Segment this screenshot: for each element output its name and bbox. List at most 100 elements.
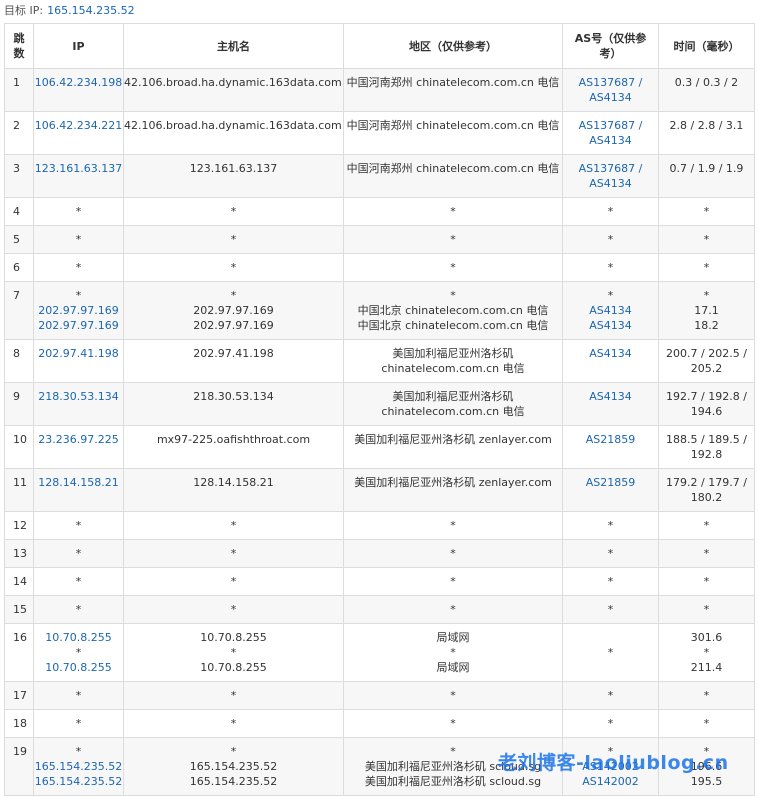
cell-asn-line[interactable]: AS4134 bbox=[564, 133, 658, 148]
cell-region-line: 美国加利福尼亚州洛杉矶 zenlayer.com bbox=[354, 433, 552, 446]
cell-asn-line[interactable]: AS4134 bbox=[564, 389, 658, 404]
cell-asn-line[interactable]: AS142002 bbox=[564, 774, 658, 789]
cell-time: 192.7 / 192.8 / 194.6 bbox=[658, 382, 755, 426]
cell-hop: 17 bbox=[4, 681, 34, 710]
cell-ip-line[interactable]: 202.97.97.169 bbox=[35, 318, 123, 333]
cell-hostname: * bbox=[123, 253, 344, 282]
cell-asn-line[interactable]: AS21859 bbox=[564, 475, 658, 490]
cell-asn-line: * bbox=[607, 603, 614, 616]
cell-ip: * bbox=[33, 253, 124, 282]
cell-hostname: * bbox=[123, 567, 344, 596]
cell-time-line: 180.2 bbox=[690, 491, 723, 504]
table-row: 13 * * * * * bbox=[4, 539, 755, 568]
cell-time-line: 0.7 / 1.9 / 1.9 bbox=[669, 162, 744, 175]
cell-ip-line[interactable]: 106.42.234.221 bbox=[35, 118, 123, 133]
cell-hop: 19 bbox=[4, 737, 34, 796]
cell-ip-line: * bbox=[75, 603, 82, 616]
cell-asn-line[interactable]: AS137687 / bbox=[564, 118, 658, 133]
cell-hostname-line: * bbox=[230, 233, 237, 246]
cell-asn-line[interactable]: AS4134 bbox=[564, 176, 658, 191]
cell-time: 301.6 * 211.4 bbox=[658, 623, 755, 682]
cell-ip: 106.42.234.198 bbox=[33, 68, 124, 112]
cell-hostname-line: * bbox=[230, 519, 237, 532]
cell-region: * bbox=[343, 511, 563, 540]
cell-hop: 12 bbox=[4, 511, 34, 540]
cell-ip-line[interactable]: 128.14.158.21 bbox=[35, 475, 123, 490]
cell-ip: 218.30.53.134 bbox=[33, 382, 124, 426]
cell-hop: 7 bbox=[4, 281, 34, 340]
cell-region-line: * bbox=[450, 233, 456, 246]
cell-time: * bbox=[658, 567, 755, 596]
table-row: 16 10.70.8.255 * 10.70.8.255 10.70.8.255 * 10.… bbox=[4, 623, 755, 682]
cell-ip-line[interactable]: 165.154.235.52 bbox=[35, 774, 123, 789]
cell-time: * bbox=[658, 595, 755, 624]
cell-asn-line: * bbox=[607, 575, 614, 588]
cell-ip-line[interactable]: 165.154.235.52 bbox=[35, 759, 123, 774]
cell-asn: * AS4134 AS4134 bbox=[562, 281, 659, 340]
cell-hostname-line: 128.14.158.21 bbox=[193, 476, 274, 489]
cell-asn-line[interactable]: AS4134 bbox=[564, 346, 658, 361]
table-row: 12 * * * * * bbox=[4, 511, 755, 540]
cell-ip: 202.97.41.198 bbox=[33, 339, 124, 383]
cell-hop: 9 bbox=[4, 382, 34, 426]
cell-region-line: 美国加利福尼亚州洛杉矶 scloud.sg bbox=[364, 775, 542, 788]
cell-region-line: * bbox=[450, 717, 456, 730]
cell-asn: AS4134 bbox=[562, 339, 659, 383]
cell-hostname: * bbox=[123, 539, 344, 568]
cell-asn: AS4134 bbox=[562, 382, 659, 426]
cell-ip-line: * bbox=[75, 646, 82, 659]
cell-hostname-line: * bbox=[230, 205, 237, 218]
cell-hostname-line: 218.30.53.134 bbox=[193, 390, 274, 403]
cell-hostname-line: 42.106.broad.ha.dynamic.163data.com.cn bbox=[124, 119, 344, 132]
cell-hostname-line: mx97-225.oafishthroat.com bbox=[156, 433, 311, 446]
cell-ip-line[interactable]: 202.97.97.169 bbox=[35, 303, 123, 318]
cell-time-line: 194.6 bbox=[690, 405, 723, 418]
cell-region: 中国河南郑州 chinatelecom.com.cn 电信 bbox=[343, 68, 563, 112]
watermark: 老刘博客-laoliublog.cn bbox=[498, 752, 729, 774]
cell-asn-line[interactable]: AS4134 bbox=[564, 90, 658, 105]
cell-region-line: * bbox=[450, 689, 456, 702]
header-asn: AS号（仅供参考） bbox=[562, 23, 659, 69]
cell-ip-line[interactable]: 10.70.8.255 bbox=[35, 630, 123, 645]
cell-ip-line[interactable]: 202.97.41.198 bbox=[35, 346, 123, 361]
cell-asn-line[interactable]: AS137687 / bbox=[564, 161, 658, 176]
cell-ip-line[interactable]: 10.70.8.255 bbox=[35, 660, 123, 675]
cell-ip-line: * bbox=[75, 717, 82, 730]
cell-asn-line[interactable]: AS4134 bbox=[564, 303, 658, 318]
cell-region-line: 中国北京 chinatelecom.com.cn 电信 bbox=[357, 319, 549, 332]
cell-ip: 10.70.8.255 * 10.70.8.255 bbox=[33, 623, 124, 682]
table-row: 10 23.236.97.225 mx97-225.oafishthroat.com… bbox=[4, 425, 755, 469]
cell-region-line: * bbox=[450, 603, 456, 616]
cell-hostname: 123.161.63.137 bbox=[123, 154, 344, 198]
cell-ip-line[interactable]: 123.161.63.137 bbox=[35, 161, 123, 176]
table-header-row: 跳数 IP 主机名 地区（仅供参考） AS号（仅供参考） 时间（毫秒） bbox=[4, 23, 755, 69]
cell-time: 0.3 / 0.3 / 2 bbox=[658, 68, 755, 112]
cell-ip-line[interactable]: 23.236.97.225 bbox=[35, 432, 123, 447]
cell-region: 美国加利福尼亚州洛杉矶 zenlayer.com bbox=[343, 425, 563, 469]
cell-region-line: 美国加利福尼亚州洛杉矶 bbox=[392, 390, 514, 403]
cell-hostname-line: * bbox=[230, 717, 237, 730]
cell-region: * bbox=[343, 595, 563, 624]
target-ip-line: 目标 IP: 165.154.235.52 bbox=[4, 3, 135, 19]
cell-asn-line[interactable]: AS21859 bbox=[564, 432, 658, 447]
cell-region: * bbox=[343, 567, 563, 596]
cell-asn-line[interactable]: AS4134 bbox=[564, 318, 658, 333]
cell-asn-line: * bbox=[607, 646, 614, 659]
cell-hop: 6 bbox=[4, 253, 34, 282]
cell-time-line: * bbox=[703, 519, 710, 532]
cell-hostname-line: 10.70.8.255 bbox=[200, 661, 267, 674]
cell-asn: * bbox=[562, 709, 659, 738]
cell-asn-line: * bbox=[607, 289, 614, 302]
table-row: 7 * 202.97.97.169 202.97.97.169 * 202.97.97.1… bbox=[4, 281, 755, 340]
cell-ip-line[interactable]: 106.42.234.198 bbox=[35, 75, 123, 90]
cell-hostname: * bbox=[123, 681, 344, 710]
cell-ip-line: * bbox=[75, 575, 82, 588]
cell-asn-line[interactable]: AS137687 / bbox=[564, 75, 658, 90]
cell-asn: AS21859 bbox=[562, 425, 659, 469]
cell-time-line: * bbox=[703, 575, 710, 588]
header-time: 时间（毫秒） bbox=[658, 23, 755, 69]
cell-time-line: * bbox=[703, 289, 710, 302]
cell-asn-line: * bbox=[607, 519, 614, 532]
cell-asn-line bbox=[564, 630, 658, 645]
cell-ip-line[interactable]: 218.30.53.134 bbox=[35, 389, 123, 404]
